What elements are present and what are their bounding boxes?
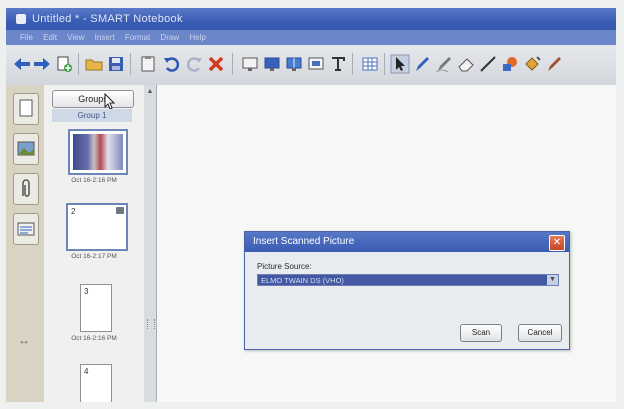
page-thumbnail-2[interactable]: 2 — [66, 203, 128, 251]
paperclip-icon — [22, 179, 30, 197]
properties-tab[interactable] — [13, 213, 39, 245]
forward-arrow-icon[interactable] — [32, 54, 52, 74]
menu-view[interactable]: View — [67, 33, 84, 42]
shapes-icon[interactable] — [500, 54, 520, 74]
title-bar[interactable]: Untitled * - SMART Notebook — [6, 8, 616, 30]
toolbar-separator — [232, 53, 233, 75]
page-icon — [19, 99, 33, 117]
page-thumbnail-4[interactable]: 4 — [80, 364, 112, 402]
capture-icon[interactable] — [306, 54, 326, 74]
redo-icon[interactable] — [184, 54, 204, 74]
line-icon[interactable] — [478, 54, 498, 74]
toolbar-separator — [78, 53, 79, 75]
select-pointer-icon[interactable] — [390, 54, 410, 74]
page-sorter-panel: Groups Group 1 Oct 16-2:16 PM 2 Oct 16-2… — [44, 85, 145, 402]
page-timestamp-2: Oct 16-2:17 PM — [71, 253, 117, 260]
scroll-up-icon[interactable]: ▲ — [146, 88, 154, 96]
picture-source-value: ELMO TWAIN DS (VHO) — [261, 276, 344, 285]
menu-bar: File Edit View Insert Format Draw Help — [6, 30, 616, 45]
dialog-title-bar[interactable]: Insert Scanned Picture ✕ — [245, 232, 569, 252]
menu-file[interactable]: File — [20, 33, 33, 42]
dual-page-icon[interactable] — [284, 54, 304, 74]
full-screen-icon[interactable] — [262, 54, 282, 74]
close-icon[interactable]: ✕ — [549, 235, 565, 251]
picture-source-label: Picture Source: — [257, 262, 312, 271]
scan-button[interactable]: Scan — [460, 324, 502, 342]
toolbar — [6, 45, 616, 86]
menu-edit[interactable]: Edit — [43, 33, 57, 42]
panel-splitter[interactable]: ▲ — [144, 85, 157, 402]
creative-pen-icon[interactable] — [434, 54, 454, 74]
screen-shade-icon[interactable] — [240, 54, 260, 74]
page-menu-dropdown-icon[interactable] — [116, 207, 124, 214]
page-photo-thumbnail — [73, 134, 123, 170]
window-title: Untitled * - SMART Notebook — [32, 13, 183, 25]
resize-arrows-icon[interactable]: ↔ — [18, 333, 30, 347]
menu-help[interactable]: Help — [189, 33, 205, 42]
toolbar-separator — [130, 53, 131, 75]
page-number: 3 — [84, 287, 89, 296]
dialog-title: Insert Scanned Picture — [253, 236, 355, 247]
insert-scanned-picture-dialog: Insert Scanned Picture ✕ Picture Source:… — [244, 231, 570, 350]
back-arrow-icon[interactable] — [12, 54, 32, 74]
smart-notebook-window: Untitled * - SMART Notebook File Edit Vi… — [6, 8, 616, 402]
attachments-tab[interactable] — [13, 173, 39, 205]
page-thumbnail-1[interactable] — [68, 129, 128, 175]
picture-source-select[interactable]: ELMO TWAIN DS (VHO) ▼ — [257, 274, 559, 286]
page-timestamp-3: Oct 16-2:16 PM — [71, 335, 117, 342]
menu-format[interactable]: Format — [125, 33, 150, 42]
properties-icon — [17, 222, 35, 236]
page-number: 2 — [71, 207, 76, 216]
chevron-down-icon[interactable]: ▼ — [547, 275, 558, 285]
toolbar-separator — [352, 53, 353, 75]
group-label: Group 1 — [52, 109, 132, 122]
text-tool-icon[interactable] — [328, 54, 348, 74]
add-page-icon[interactable] — [54, 54, 74, 74]
app-icon — [16, 14, 26, 24]
splitter-grip-icon[interactable] — [147, 319, 155, 329]
save-icon[interactable] — [106, 54, 126, 74]
delete-icon[interactable] — [206, 54, 226, 74]
pen-icon[interactable] — [412, 54, 432, 74]
magic-pen-icon[interactable] — [544, 54, 564, 74]
page-timestamp-1: Oct 16-2:16 PM — [71, 177, 117, 184]
page-thumbnail-3[interactable]: 3 — [80, 284, 112, 332]
groups-button[interactable]: Groups — [52, 90, 134, 108]
page-sorter-tab[interactable] — [13, 93, 39, 125]
fill-icon[interactable] — [522, 54, 542, 74]
side-tab-strip: ↔ — [6, 85, 45, 402]
gallery-icon — [17, 141, 35, 156]
table-icon[interactable] — [360, 54, 380, 74]
menu-draw[interactable]: Draw — [160, 33, 179, 42]
menu-insert[interactable]: Insert — [95, 33, 115, 42]
paste-icon[interactable] — [138, 54, 158, 74]
toolbar-separator — [384, 53, 385, 75]
eraser-icon[interactable] — [456, 54, 476, 74]
open-folder-icon[interactable] — [84, 54, 104, 74]
page-number: 4 — [84, 367, 89, 376]
gallery-tab[interactable] — [13, 133, 39, 165]
undo-icon[interactable] — [162, 54, 182, 74]
cancel-button[interactable]: Cancel — [518, 324, 562, 342]
